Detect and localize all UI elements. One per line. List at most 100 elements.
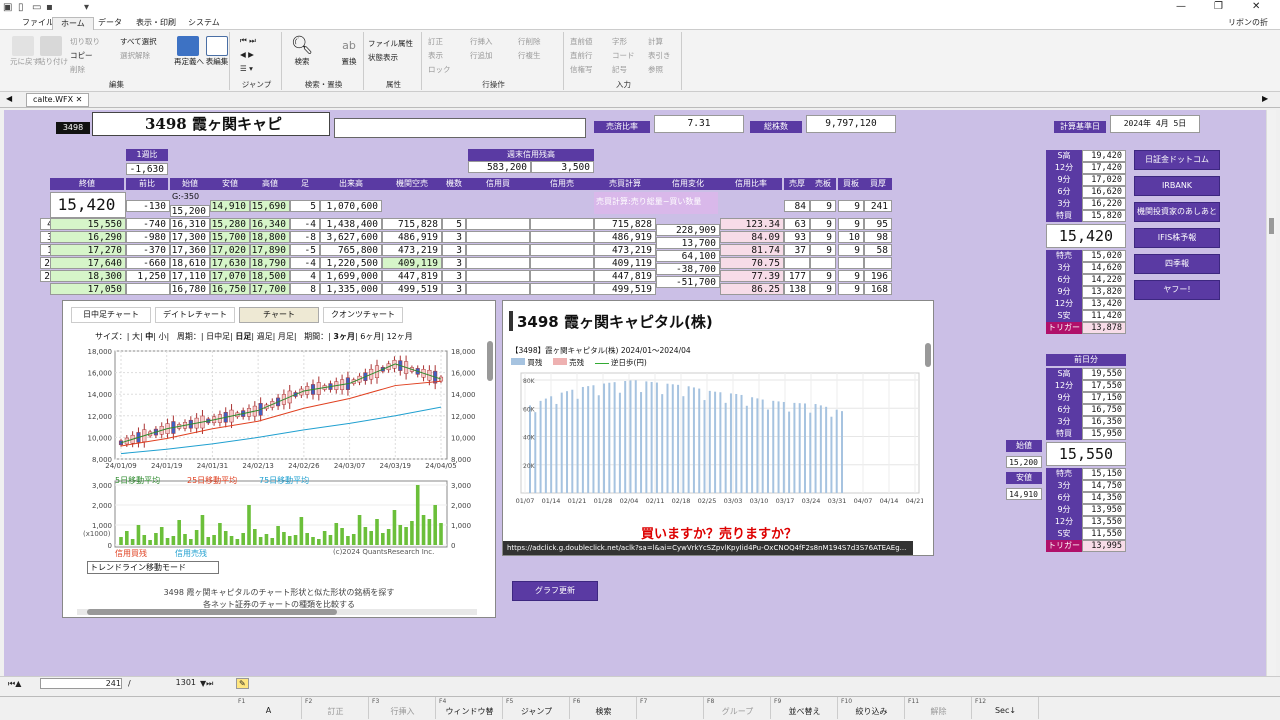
prev-line-button[interactable]: 直前行 — [570, 50, 593, 61]
row-delete-button[interactable]: 行削除 — [518, 36, 541, 47]
tab-data[interactable]: データ — [90, 17, 130, 30]
close-icon[interactable]: ✕ — [1252, 1, 1260, 12]
doc-tab-calte[interactable]: calte.WFX ✕ — [26, 93, 90, 107]
tab-view-print[interactable]: 表示・印刷 — [128, 17, 184, 30]
fkey-f5[interactable]: F5 ジャンプ — [504, 697, 570, 719]
paste-button[interactable]: 貼り付け — [38, 36, 68, 67]
pivot-value: 13,820 — [1082, 286, 1126, 298]
copy-button[interactable]: コピー — [70, 50, 93, 61]
fkey-f4[interactable]: F4 ウィンドウ替 — [437, 697, 503, 719]
fkey-f7[interactable]: F7 — [638, 697, 704, 719]
tab-scroll-left-icon[interactable]: ◀ — [6, 94, 12, 103]
graph-update-button[interactable]: グラフ更新 — [512, 581, 598, 601]
table-edit-button[interactable]: 表編集 — [204, 36, 230, 67]
similar-link[interactable]: 3498 霞ヶ関キャピタルのチャート形状と似た形状の銘柄を探す — [63, 587, 495, 598]
h-scrollbar[interactable] — [77, 609, 477, 615]
range-6m[interactable]: 6ヶ月 — [360, 332, 381, 341]
replace-button[interactable]: ab 置換 — [336, 36, 362, 67]
fkey-f10[interactable]: F10 絞り込み — [839, 697, 905, 719]
save-icon[interactable]: ▪ — [46, 2, 53, 13]
table-ref-button[interactable]: 表引き — [648, 50, 671, 61]
ribbon-collapse-link[interactable]: リボンの折り畳み — [1220, 17, 1280, 39]
fkey-f12[interactable]: F12 Sec↓ — [973, 697, 1039, 719]
fkey-f1[interactable]: F1 A — [236, 697, 302, 719]
tab-daytrade-chart[interactable]: デイトレチャート — [155, 307, 235, 323]
calc-button[interactable]: 計算 — [648, 36, 663, 47]
row-insert-button[interactable]: 行挿入 — [470, 36, 493, 47]
main-v-scrollbar[interactable] — [1266, 110, 1276, 676]
period-intraday[interactable]: 日中足 — [206, 332, 230, 341]
tab-chart[interactable]: チャート — [239, 307, 319, 323]
mark-button[interactable]: 記号 — [612, 64, 627, 75]
fkey-f8[interactable]: F8 グループ — [705, 697, 771, 719]
nav-last-icon[interactable]: ▼⏭ — [200, 679, 213, 689]
period-weekly[interactable]: 週足 — [257, 332, 273, 341]
cut-button[interactable]: 切り取り — [70, 36, 100, 47]
delete-button[interactable]: 削除 — [70, 64, 85, 75]
undo-button[interactable]: 元に戻す — [10, 36, 40, 67]
side-link-button[interactable]: 機関投資家のあしあと — [1134, 202, 1220, 222]
nav-first-icon[interactable]: ⏮▲ — [8, 679, 21, 689]
tab-intraday-chart[interactable]: 日中足チャート — [71, 307, 151, 323]
quick-access-dropdown-icon[interactable]: ▾ — [84, 2, 89, 13]
pivot-value: 17,020 — [1082, 174, 1126, 186]
side-link-button[interactable]: ヤフー! — [1134, 280, 1220, 300]
code-button[interactable]: コード — [612, 50, 635, 61]
tab-quants-chart[interactable]: クオンツチャート — [323, 307, 403, 323]
h-scroll-thumb[interactable] — [87, 609, 337, 615]
period-daily[interactable]: 日足 — [235, 332, 251, 341]
period-monthly[interactable]: 月足 — [278, 332, 294, 341]
ad-text[interactable]: 買いますか？売りますか？ — [503, 523, 933, 542]
side-link-button[interactable]: IRBANK — [1134, 176, 1220, 196]
memo-input[interactable] — [334, 118, 586, 138]
doc-tab-close-icon[interactable]: ✕ — [76, 95, 83, 104]
v-scroll-thumb[interactable] — [487, 341, 493, 381]
fkey-f6[interactable]: F6 検索 — [571, 697, 637, 719]
volume-bar — [282, 532, 286, 545]
size-medium[interactable]: 中 — [145, 332, 153, 341]
side-link-button[interactable]: 四季報 — [1134, 254, 1220, 274]
credit-button[interactable]: 信権写 — [570, 64, 593, 75]
jump-prev-icon[interactable]: ◀ ▶ — [240, 50, 254, 59]
row-add-button[interactable]: 行追加 — [470, 50, 493, 61]
search-button[interactable]: 🔍︎ 検索 — [288, 36, 316, 67]
fkey-f11[interactable]: F11 解除 — [906, 697, 972, 719]
redefine-button[interactable]: 再定義へ — [174, 36, 204, 67]
open-folder-icon[interactable]: ▭ — [32, 2, 41, 13]
jump-list-icon[interactable]: ☰ ▾ — [240, 64, 253, 73]
edit-icon[interactable]: ✎ — [236, 678, 249, 689]
letters-button[interactable]: 字形 — [612, 36, 627, 47]
status-display-button[interactable]: 状態表示 — [368, 52, 398, 63]
size-small[interactable]: 小 — [159, 332, 167, 341]
tab-home[interactable]: ホーム — [52, 17, 94, 30]
fkey-f2[interactable]: F2 訂正 — [303, 697, 369, 719]
side-link-button[interactable]: IFIS株予報 — [1134, 228, 1220, 248]
tab-system[interactable]: システム — [180, 17, 228, 30]
margin-x-label: 04/07 — [854, 497, 873, 505]
new-file-icon[interactable]: ▯ — [18, 2, 24, 13]
lock-button[interactable]: ロック — [428, 64, 451, 75]
row-copy-button[interactable]: 行複生 — [518, 50, 541, 61]
file-attr-button[interactable]: ファイル属性 — [368, 38, 413, 49]
range-12m[interactable]: 12ヶ月 — [387, 332, 413, 341]
restore-icon[interactable]: ❐ — [1214, 1, 1223, 12]
size-large[interactable]: 大 — [132, 332, 140, 341]
panel-scroll-thumb[interactable] — [925, 343, 931, 367]
fix-button[interactable]: 訂正 — [428, 36, 443, 47]
prev-value-button[interactable]: 直前値 — [570, 36, 593, 47]
range-3m[interactable]: 3ヶ月 — [333, 332, 355, 341]
side-link-button[interactable]: 日証金ドットコム — [1134, 150, 1220, 170]
margin-bar — [608, 382, 611, 493]
tab-scroll-right-icon[interactable]: ▶ — [1262, 94, 1268, 103]
record-position[interactable]: 241 — [40, 678, 122, 689]
main-v-scroll-thumb[interactable] — [1269, 218, 1274, 234]
mode-select[interactable]: トレンドライン移動モード — [87, 561, 219, 574]
deselect-button[interactable]: 選択解除 — [120, 50, 150, 61]
minimize-icon[interactable]: — — [1176, 1, 1186, 12]
ref-button[interactable]: 参照 — [648, 64, 663, 75]
select-all-button[interactable]: すべて選択 — [120, 36, 157, 47]
jump-first-icon[interactable]: ⏮ ⏭ — [240, 36, 256, 46]
fkey-f3[interactable]: F3 行挿入 — [370, 697, 436, 719]
show-button[interactable]: 表示 — [428, 50, 443, 61]
fkey-f9[interactable]: F9 並べ替え — [772, 697, 838, 719]
